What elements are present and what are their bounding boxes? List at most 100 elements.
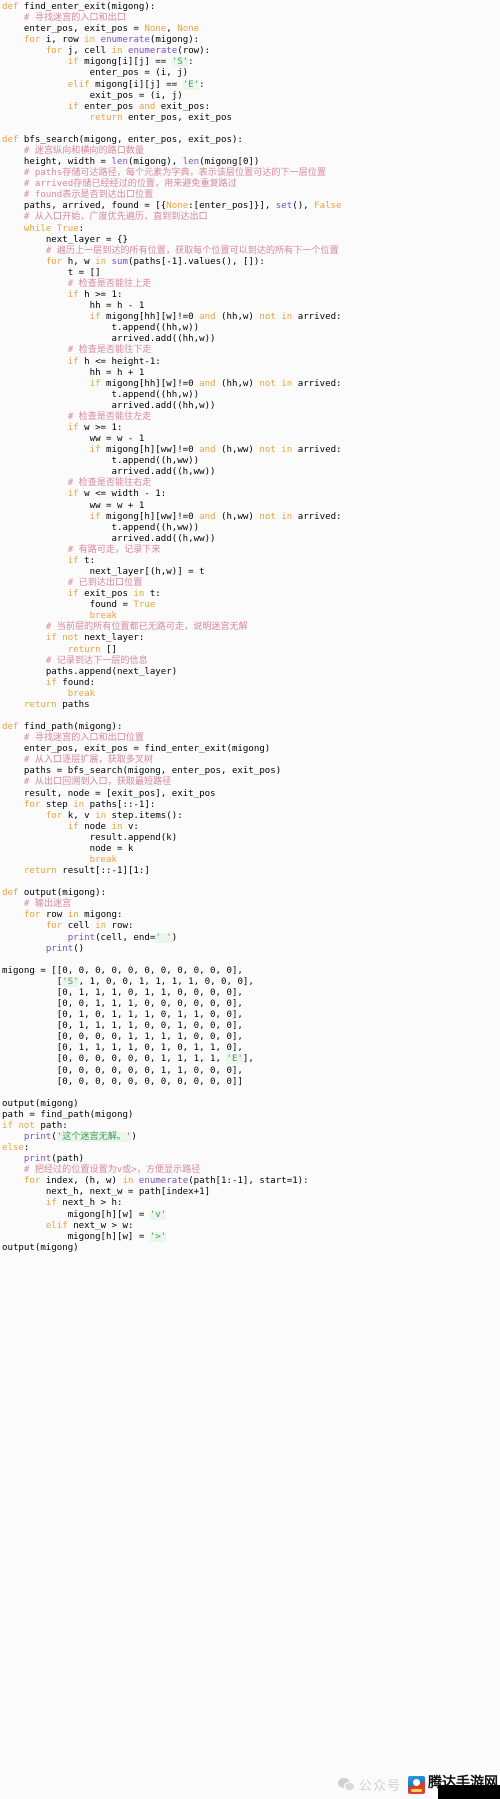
code-token: # 记录到达下一层的信息 (45, 655, 148, 666)
code-token: return (67, 644, 101, 655)
code-token: if (45, 1198, 57, 1209)
code-line: [0, 1, 1, 1, 0, 1, 1, 0, 0, 0, 0], (2, 988, 500, 999)
code-line: elif next_w > w: (2, 1221, 500, 1232)
code-token: in (281, 378, 293, 389)
code-token: [0, 1, 0, 1, 1, 1, 0, 1, 1, 0, 0], (56, 1010, 243, 1021)
code-token: (paths[-1].values(), []): (127, 256, 265, 267)
code-line: if found: (2, 678, 500, 689)
code-token: migong: (78, 910, 123, 921)
code-line: for index, (h, w) in enumerate(path[1:-1… (2, 1176, 500, 1187)
code-token: [0, 0, 0, 0, 1, 1, 1, 1, 0, 0, 0], (56, 1032, 243, 1043)
code-token: migong[i][j] == (89, 79, 183, 90)
code-line: if migong[hh][w]!=0 and (hh,w) not in ar… (2, 312, 500, 323)
code-line: print('这个迷宫无解。') (2, 1131, 500, 1143)
code-token: None (144, 24, 167, 35)
code-token: break (67, 688, 96, 699)
code-line: next_h, next_w = path[index+1] (2, 1187, 500, 1198)
code-token: (path) (51, 1154, 85, 1165)
code-token: if (67, 555, 79, 566)
code-token: for (45, 256, 63, 267)
code-token: enter_pos, exit_pos = find_enter_exit(mi… (23, 744, 271, 755)
code-token: [0, 1, 1, 1, 1, 0, 0, 1, 0, 0, 0], (56, 1021, 243, 1032)
code-token: node = k (89, 843, 134, 854)
code-line: if migong[h][ww]!=0 and (h,ww) not in ar… (2, 512, 500, 523)
code-token: break (89, 611, 117, 622)
code-token: t.append((hh,w)) (111, 389, 200, 400)
code-token: next_w > w: (67, 1220, 134, 1231)
code-token: node (78, 821, 112, 832)
code-line: def find_enter_exit(migong): (2, 2, 500, 13)
code-token: # 从入口逐层扩展，获取多叉树 (23, 755, 154, 766)
code-token: and (199, 378, 216, 389)
code-token: t = [] (67, 267, 101, 278)
code-token: exit_pos: (155, 101, 211, 112)
code-token: # 从入口开始，广度优先遍历，直到到达出口 (23, 212, 208, 223)
code-line: output(migong) (2, 1099, 500, 1110)
code-token: t: (144, 589, 161, 600)
code-token: and (199, 511, 216, 522)
code-line: if t: (2, 556, 500, 567)
code-token: # 检查是否能往左走 (67, 411, 152, 422)
code-token: if (89, 445, 101, 456)
code-token: in (95, 256, 107, 267)
code-line: hh = h - 1 (2, 301, 500, 312)
code-token: exit_pos (78, 589, 134, 600)
code-token: None (177, 24, 200, 35)
code-token: 'S' (62, 976, 79, 987)
code-token: for (23, 35, 41, 46)
code-token: [0, 1, 1, 1, 0, 1, 1, 0, 0, 0, 0], (56, 987, 243, 998)
code-line: def output(migong): (2, 888, 500, 899)
code-token: : (23, 1143, 30, 1154)
code-line: for j, cell in enumerate(row): (2, 46, 500, 57)
code-token: index, (h, w) (40, 1176, 123, 1187)
code-token: # 从出口回溯到入口，获取最短路径 (23, 777, 172, 788)
code-line: enter_pos = (i, j) (2, 68, 500, 79)
code-line: # 检查是否能往右走 (2, 478, 500, 489)
code-token: ww = w + 1 (89, 500, 145, 511)
code-line: enter_pos, exit_pos = None, None (2, 24, 500, 35)
code-line: if next_h > h: (2, 1198, 500, 1209)
code-line: [0, 1, 1, 1, 1, 0, 0, 1, 0, 0, 0], (2, 1021, 500, 1032)
code-line: # 检查是否能往下走 (2, 345, 500, 356)
code-line: ['S', 1, 0, 0, 1, 1, 1, 1, 0, 0, 0], (2, 976, 500, 988)
code-token: migong[i][j] == (78, 57, 172, 68)
code-token: if (45, 677, 57, 688)
code-line: path = find_path(migong) (2, 1110, 500, 1121)
code-token: t.append((h,ww)) (111, 456, 200, 467)
code-line: height, width = len(migong), len(migong[… (2, 157, 500, 168)
code-line: print(cell, end=' ') (2, 932, 500, 944)
code-line: return enter_pos, exit_pos (2, 113, 500, 124)
code-token: in (281, 312, 293, 323)
code-token: (migong): (106, 2, 156, 12)
code-token: in (73, 799, 85, 810)
code-line: while True: (2, 224, 500, 235)
code-token: t.append((hh,w)) (111, 323, 200, 334)
code-token: t: (78, 555, 96, 566)
code-token: ) (171, 932, 178, 943)
code-token: i, row (40, 35, 85, 46)
code-line: if h >= 1: (2, 290, 500, 301)
code-line: # found表示是否到达出口位置 (2, 190, 500, 201)
code-line: migong[h][w] = '>' (2, 1231, 500, 1243)
code-token: [0, 1, 1, 1, 1, 0, 1, 0, 1, 1, 0], (56, 1043, 243, 1054)
code-token: elif (67, 79, 90, 90)
code-line: # paths存储可达路径，每个元素为字典，表示该层位置可达的下一层位置 (2, 168, 500, 179)
code-line: paths.append(next_layer) (2, 667, 500, 678)
code-token: in (122, 1176, 134, 1187)
code-line: t.append((h,ww)) (2, 456, 500, 467)
code-token: for (23, 910, 41, 921)
code-line: next_layer[(h,w)] = t (2, 567, 500, 578)
code-token: for (45, 921, 63, 932)
code-token: '这个迷宫无解。' (56, 1131, 132, 1142)
code-token: # 当前层的所有位置都已无路可走，说明迷宫无解 (45, 622, 248, 633)
code-line: if not next_layer: (2, 633, 500, 644)
code-token: migong[h][w] = (67, 1231, 150, 1242)
code-token: , (166, 24, 178, 35)
code-line: if enter_pos and exit_pos: (2, 102, 500, 113)
code-line: [0, 0, 0, 0, 1, 1, 1, 1, 0, 0, 0], (2, 1032, 500, 1043)
code-token: j, cell (62, 46, 112, 57)
code-token: next_layer = {} (45, 234, 128, 245)
code-line: # 输出迷宫 (2, 899, 500, 910)
code-line: break (2, 855, 500, 866)
code-token: hh = h + 1 (89, 367, 145, 378)
